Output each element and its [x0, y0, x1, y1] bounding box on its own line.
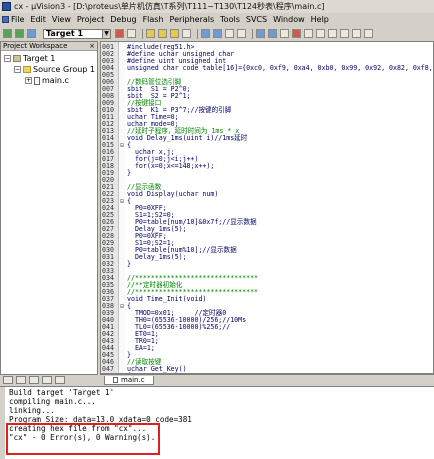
code-line[interactable]: 014 void Delay_1ms(uint i)//1ms延时 [101, 134, 433, 142]
collapse-icon[interactable]: − [14, 66, 21, 73]
target-select[interactable]: Target 1 ▼ [43, 28, 111, 39]
rebuild-icon[interactable] [15, 29, 24, 38]
output-line: compiling main.c... [9, 397, 96, 406]
menu-debug[interactable]: Debug [110, 15, 136, 24]
find-icon[interactable] [256, 29, 265, 38]
menu-svcs[interactable]: SVCS [246, 15, 267, 24]
kill-breakpoints-icon[interactable] [304, 29, 313, 38]
code-text: } [127, 169, 131, 177]
output-grip[interactable] [0, 387, 5, 459]
fold-marker-icon[interactable]: ⊟ [119, 303, 125, 310]
code-lines: 001 #include(reg51.h> 002 #define uchar uns… [101, 44, 433, 374]
toolbar-separator [142, 28, 143, 39]
code-text: for(x=0;x<=148;x++); [127, 162, 215, 170]
c-file-icon [113, 376, 118, 383]
fold-marker-icon[interactable]: ⊟ [119, 142, 125, 149]
project-workspace: Project Workspace × − Target 1 − Source … [0, 41, 98, 384]
collapse-icon[interactable]: − [4, 55, 11, 62]
config-icon[interactable] [364, 29, 373, 38]
menu-peripherals[interactable]: Peripherals [170, 15, 215, 24]
folder-icon [23, 66, 31, 73]
output-line: linking... [9, 406, 55, 415]
toolbar-separator [252, 28, 253, 39]
highlight-box [6, 423, 160, 455]
build-icon[interactable] [3, 29, 12, 38]
fold-marker-icon[interactable]: ⊟ [119, 198, 125, 205]
tree-item-file[interactable]: + main.c [25, 76, 69, 85]
menu-tools[interactable]: Tools [220, 15, 240, 24]
clear-bookmarks-icon[interactable] [182, 29, 191, 38]
code-line[interactable]: 047 uchar Get_Key() [101, 365, 433, 373]
file-menu-icon [2, 16, 9, 23]
uvision-window: cx - µVision3 - [D:\proteus\单片机仿真\T系列\T1… [0, 0, 434, 459]
code-text: void Time_Init(void) [127, 295, 207, 303]
code-editor[interactable]: 001 #include(reg51.h> 002 #define uchar uns… [100, 41, 434, 374]
title-bar: cx - µVision3 - [D:\proteus\单片机仿真\T系列\T1… [0, 0, 434, 13]
code-line[interactable]: 004 unsigned char code table[16]={0xc0, 0… [101, 64, 433, 72]
build-output: Build target 'Target 1' compiling main.c… [0, 386, 434, 459]
output-line: Build target 'Target 1' [9, 388, 115, 397]
tree-item-target[interactable]: − Target 1 [4, 54, 55, 63]
menu-project[interactable]: Project [77, 15, 104, 24]
tab-functions-icon[interactable] [42, 375, 52, 384]
indent-icon[interactable] [201, 29, 210, 38]
enable-breakpoint-icon[interactable] [316, 29, 325, 38]
chevron-down-icon: ▼ [102, 29, 110, 38]
menu-file[interactable]: File [2, 15, 24, 24]
next-bookmark-icon[interactable] [170, 29, 179, 38]
unindent-icon[interactable] [213, 29, 222, 38]
code-text: uchar Get_Key() [127, 365, 187, 373]
uncomment-icon[interactable] [237, 29, 246, 38]
download-icon[interactable] [27, 29, 36, 38]
project-window-icon[interactable] [340, 29, 349, 38]
code-text: } [127, 260, 131, 268]
code-line[interactable]: 031 Delay_1ms(5); [101, 253, 433, 261]
menu-edit[interactable]: Edit [30, 15, 46, 24]
comment-icon[interactable] [225, 29, 234, 38]
code-line[interactable]: 032} [101, 260, 433, 268]
find-in-files-icon[interactable] [268, 29, 277, 38]
project-workspace-header: Project Workspace × [1, 42, 97, 51]
tab-regs-icon[interactable] [16, 375, 26, 384]
tab-files-icon[interactable] [3, 375, 13, 384]
tab-main-c[interactable]: main.c [104, 375, 154, 385]
options-icon[interactable] [115, 29, 124, 38]
code-line[interactable]: 019} [101, 169, 433, 177]
target-icon [13, 55, 21, 62]
tab-templates-icon[interactable] [55, 375, 65, 384]
c-file-icon [34, 76, 40, 85]
app-icon [2, 2, 11, 11]
disable-breakpoints-icon[interactable] [328, 29, 337, 38]
close-icon[interactable]: × [89, 42, 95, 51]
editor-tabs: main.c [100, 374, 434, 385]
tree-item-group[interactable]: − Source Group 1 [14, 65, 95, 74]
target-select-value: Target 1 [46, 28, 84, 38]
menu-help[interactable]: Help [311, 15, 329, 24]
toolbar-separator [197, 28, 198, 39]
code-line[interactable]: 018 for(x=0;x<=148;x++); [101, 162, 433, 170]
manage-components-icon[interactable] [127, 29, 136, 38]
toolbar: Target 1 ▼ [0, 27, 434, 40]
code-line[interactable]: 044 EA=1; [101, 344, 433, 352]
code-line[interactable]: 037 void Time_Init(void) [101, 295, 433, 303]
window-title: cx - µVision3 - [D:\proteus\单片机仿真\T系列\T1… [14, 2, 325, 11]
debug-icon[interactable] [280, 29, 289, 38]
bookmark-icon[interactable] [146, 29, 155, 38]
workspace-tabs [0, 374, 98, 384]
code-text: void Delay_1ms(uint i)//1ms延时 [127, 134, 248, 142]
menu-flash[interactable]: Flash [143, 15, 164, 24]
code-text: Delay_1ms(5); [127, 253, 187, 261]
code-text: EA=1; [127, 344, 155, 352]
code-text: void Display(uchar num) [127, 190, 219, 198]
expand-icon[interactable]: + [25, 77, 32, 84]
breakpoint-icon[interactable] [292, 29, 301, 38]
menu-view[interactable]: View [52, 15, 71, 24]
menu-bar: File Edit View Project Debug Flash Perip… [0, 13, 434, 26]
prev-bookmark-icon[interactable] [158, 29, 167, 38]
output-window-icon[interactable] [352, 29, 361, 38]
code-text: unsigned char code table[16]={0xc0, 0xf9… [127, 64, 433, 72]
tab-books-icon[interactable] [29, 375, 39, 384]
menu-window[interactable]: Window [273, 15, 305, 24]
code-line[interactable]: 022 void Display(uchar num) [101, 190, 433, 198]
